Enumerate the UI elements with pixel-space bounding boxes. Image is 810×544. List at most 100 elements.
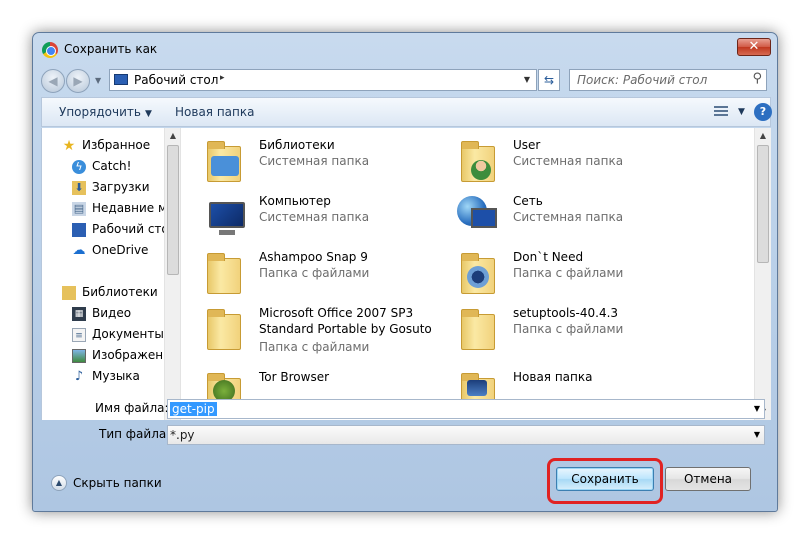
scrollbar-thumb[interactable] bbox=[167, 145, 179, 275]
chevron-down-icon: ▼ bbox=[144, 109, 152, 119]
file-name: Don`t Need bbox=[513, 250, 584, 264]
file-item-computer[interactable]: Компьютер Системная папка bbox=[201, 190, 451, 244]
file-type: Папка с файлами bbox=[259, 266, 370, 280]
file-name: Компьютер bbox=[259, 194, 331, 208]
refresh-button[interactable]: ⇆ bbox=[538, 69, 560, 91]
file-item-dont-need[interactable]: Don`t Need Папка с файлами bbox=[455, 246, 705, 300]
chrome-icon bbox=[42, 42, 58, 58]
file-list: Библиотеки Системная папка User Системна… bbox=[180, 128, 771, 420]
hide-folders-label: Скрыть папки bbox=[73, 476, 162, 490]
title-bar[interactable]: Сохранить как ✕ bbox=[33, 33, 777, 67]
onedrive-icon: ☁ bbox=[72, 243, 86, 258]
file-name: Microsoft Office 2007 SP3 Standard Porta… bbox=[259, 306, 432, 336]
file-item-libraries[interactable]: Библиотеки Системная папка bbox=[201, 134, 451, 188]
search-input[interactable]: Поиск: Рабочий стол ⚲ bbox=[569, 69, 767, 91]
file-type: Системная папка bbox=[259, 154, 370, 168]
view-options-icon[interactable] bbox=[714, 106, 728, 120]
filename-field[interactable]: get-pip ▼ bbox=[167, 399, 765, 419]
breadcrumb-separator-icon[interactable]: ▸ bbox=[220, 73, 225, 83]
file-name: Новая папка bbox=[513, 370, 593, 384]
save-button[interactable]: Сохранить bbox=[556, 467, 654, 491]
sidebar-item-libraries[interactable]: Библиотеки bbox=[42, 283, 164, 303]
scrollbar-thumb[interactable] bbox=[757, 145, 769, 263]
file-list-scrollbar[interactable]: ▲ ▼ bbox=[754, 128, 771, 420]
address-dropdown-icon[interactable]: ▼ bbox=[524, 75, 530, 84]
file-type: Папка с файлами bbox=[513, 322, 624, 336]
organize-button[interactable]: Упорядочить ▼ bbox=[59, 105, 152, 119]
computer-icon bbox=[201, 192, 247, 238]
network-icon bbox=[455, 192, 501, 238]
user-folder-icon bbox=[455, 136, 501, 182]
sidebar-item-video[interactable]: ▦ Видео bbox=[42, 304, 164, 324]
cancel-button[interactable]: Отмена bbox=[665, 467, 751, 491]
search-placeholder: Поиск: Рабочий стол bbox=[577, 73, 708, 87]
back-button[interactable]: ◀ bbox=[41, 69, 65, 93]
scroll-up-icon[interactable]: ▲ bbox=[755, 128, 771, 144]
sidebar-item-label: Недавние ме bbox=[92, 201, 164, 215]
file-item-ms-office[interactable]: Microsoft Office 2007 SP3 Standard Porta… bbox=[201, 302, 451, 356]
sidebar-item-documents[interactable]: ≡ Документы bbox=[42, 325, 164, 345]
catch-icon: ϟ bbox=[72, 160, 86, 174]
organize-label: Упорядочить bbox=[59, 105, 141, 119]
video-icon: ▦ bbox=[72, 307, 86, 321]
filename-dropdown-icon[interactable]: ▼ bbox=[754, 404, 760, 413]
sidebar-item-catch[interactable]: ϟ Catch! bbox=[42, 157, 164, 177]
sidebar-item-downloads[interactable]: ⬇ Загрузки bbox=[42, 178, 164, 198]
sidebar-item-recent[interactable]: ▤ Недавние ме bbox=[42, 199, 164, 219]
filetype-label: Тип файла: bbox=[99, 427, 171, 441]
filename-value[interactable]: get-pip bbox=[170, 402, 217, 416]
file-item-setuptools[interactable]: setuptools-40.4.3 Папка с файлами bbox=[455, 302, 705, 356]
sidebar-item-label: OneDrive bbox=[92, 243, 149, 257]
search-icon[interactable]: ⚲ bbox=[752, 71, 762, 86]
chevron-up-icon: ▲ bbox=[51, 475, 67, 491]
close-button[interactable]: ✕ bbox=[737, 38, 771, 56]
help-button[interactable]: ? bbox=[754, 103, 772, 121]
file-item-network[interactable]: Сеть Системная папка bbox=[455, 190, 705, 244]
libraries-folder-icon bbox=[201, 136, 247, 182]
desktop-icon bbox=[114, 74, 128, 85]
folder-icon bbox=[455, 248, 501, 294]
sidebar-item-label: Музыка bbox=[92, 369, 140, 383]
file-item-user[interactable]: User Системная папка bbox=[455, 134, 705, 188]
desktop-icon bbox=[72, 223, 86, 237]
sidebar-item-favorites[interactable]: ★ Избранное bbox=[42, 136, 164, 156]
sidebar-item-label: Видео bbox=[92, 306, 132, 320]
navigation-pane-scrollbar[interactable]: ▲ ▼ bbox=[164, 128, 180, 420]
file-name: User bbox=[513, 138, 541, 152]
sidebar-item-pictures[interactable]: Изображени bbox=[42, 346, 164, 366]
address-location[interactable]: Рабочий стол bbox=[134, 73, 218, 87]
file-type: Системная папка bbox=[259, 210, 370, 224]
navigation-buttons: ◀ ▶ bbox=[41, 69, 95, 93]
sidebar-item-label: Изображени bbox=[92, 348, 164, 362]
recent-places-icon: ▤ bbox=[72, 202, 86, 216]
sidebar-item-label: Избранное bbox=[82, 138, 151, 152]
folder-icon bbox=[455, 304, 501, 350]
libraries-icon bbox=[62, 286, 76, 300]
documents-icon: ≡ bbox=[72, 328, 86, 342]
folder-icon bbox=[201, 304, 247, 350]
file-name: Ashampoo Snap 9 bbox=[259, 250, 368, 264]
scroll-up-icon[interactable]: ▲ bbox=[165, 128, 181, 144]
sidebar-item-label: Библиотеки bbox=[82, 285, 158, 299]
sidebar-item-label: Рабочий стол bbox=[92, 222, 164, 236]
file-type: Папка с файлами bbox=[259, 340, 370, 354]
dialog-title: Сохранить как bbox=[64, 42, 158, 56]
sidebar-item-music[interactable]: ♪ Музыка bbox=[42, 367, 164, 387]
address-bar[interactable]: Рабочий стол ▸ ▼ bbox=[109, 69, 537, 91]
sidebar-item-desktop[interactable]: Рабочий стол bbox=[42, 220, 164, 240]
command-bar: Упорядочить ▼ Новая папка ▼ ? bbox=[41, 97, 772, 127]
file-name: setuptools-40.4.3 bbox=[513, 306, 619, 320]
forward-button[interactable]: ▶ bbox=[66, 69, 90, 93]
file-item-ashampoo[interactable]: Ashampoo Snap 9 Папка с файлами bbox=[201, 246, 451, 300]
filetype-dropdown-icon[interactable]: ▼ bbox=[754, 430, 760, 439]
view-dropdown-icon[interactable]: ▼ bbox=[738, 107, 745, 117]
file-type: Системная папка bbox=[513, 210, 624, 224]
recent-locations-dropdown[interactable]: ▼ bbox=[95, 76, 101, 85]
save-as-dialog: Сохранить как ✕ ◀ ▶ ▼ Рабочий стол ▸ ▼ ⇆… bbox=[32, 32, 778, 512]
filetype-select[interactable]: *.py ▼ bbox=[167, 425, 765, 445]
sidebar-item-onedrive[interactable]: ☁ OneDrive bbox=[42, 241, 164, 261]
star-icon: ★ bbox=[62, 138, 76, 154]
new-folder-button[interactable]: Новая папка bbox=[175, 105, 254, 119]
music-icon: ♪ bbox=[74, 369, 84, 384]
filetype-value: *.py bbox=[170, 428, 195, 442]
